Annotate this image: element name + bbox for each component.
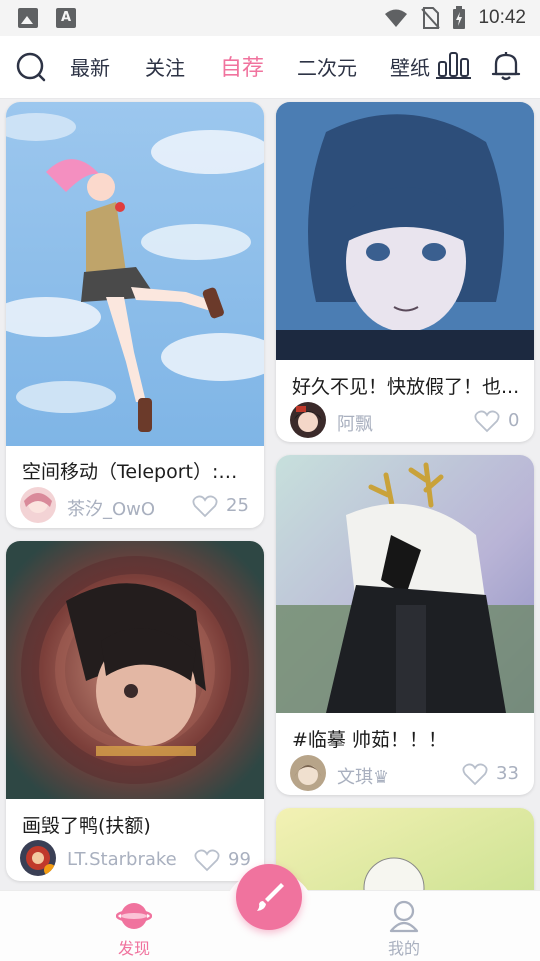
author-name[interactable]: 文琪♛	[337, 763, 389, 789]
post-card[interactable]: #临摹 帅茹！！！ 文琪♛ 33	[276, 455, 534, 795]
post-artwork[interactable]	[276, 455, 534, 713]
like-count: 0	[508, 410, 520, 431]
heart-icon[interactable]	[192, 494, 218, 518]
like-count: 25	[226, 495, 249, 516]
post-card[interactable]: 好久不见！快放假了！也... 阿飘 0	[276, 102, 534, 442]
heart-icon[interactable]	[462, 762, 488, 786]
heart-icon[interactable]	[194, 848, 220, 872]
post-title: 画毁了鸭(扶额)	[22, 815, 151, 837]
paintbrush-icon	[257, 883, 284, 911]
create-post-button[interactable]	[236, 864, 302, 930]
post-title: 空间移动（Teleport）:跳跃奔跑	[22, 461, 254, 483]
gallery-notification-icon	[18, 8, 38, 28]
post-artwork[interactable]	[6, 102, 264, 446]
text-notification-icon: A	[56, 8, 76, 28]
tab-anime[interactable]: 二次元	[297, 52, 357, 81]
no-sim-icon	[421, 7, 441, 29]
post-card[interactable]: 空间移动（Teleport）:跳跃奔跑 茶汐_OwO 25	[6, 102, 264, 528]
like-count: 99	[228, 849, 251, 870]
profile-icon[interactable]	[388, 899, 420, 933]
status-bar: A 10:42	[0, 0, 540, 36]
wifi-icon	[385, 9, 408, 27]
post-card[interactable]: 画毁了鸭(扶额) LT.Starbrake 99	[6, 541, 264, 881]
discover-planet-icon[interactable]	[116, 899, 152, 933]
search-icon[interactable]	[16, 52, 46, 82]
clock-time: 10:42	[478, 7, 526, 28]
post-artwork[interactable]	[276, 102, 534, 360]
tab-mine[interactable]: 我的	[388, 935, 420, 959]
post-title: 好久不见！快放假了！也...	[292, 376, 520, 398]
like-count: 33	[496, 763, 519, 784]
top-nav: 最新 关注 自荐 二次元 壁纸	[0, 36, 540, 99]
ranking-icon[interactable]	[436, 50, 472, 80]
notification-bell-icon[interactable]	[490, 50, 522, 82]
author-name[interactable]: 阿飘	[337, 410, 373, 436]
post-title: #临摹 帅茹！！！	[292, 729, 447, 751]
author-avatar[interactable]	[20, 487, 56, 523]
author-name[interactable]: 茶汐_OwO	[67, 495, 155, 521]
tab-following[interactable]: 关注	[145, 52, 185, 81]
heart-icon[interactable]	[474, 409, 500, 433]
author-avatar[interactable]	[290, 755, 326, 791]
tab-wallpaper[interactable]: 壁纸	[390, 52, 430, 81]
author-avatar[interactable]	[20, 840, 56, 876]
post-artwork[interactable]	[6, 541, 264, 799]
battery-charging-icon	[453, 6, 466, 29]
author-name[interactable]: LT.Starbrake	[67, 849, 177, 870]
author-avatar[interactable]	[290, 402, 326, 438]
tab-recommended[interactable]: 自荐	[220, 50, 264, 82]
tab-latest[interactable]: 最新	[70, 52, 110, 81]
tab-discover[interactable]: 发现	[118, 935, 150, 959]
